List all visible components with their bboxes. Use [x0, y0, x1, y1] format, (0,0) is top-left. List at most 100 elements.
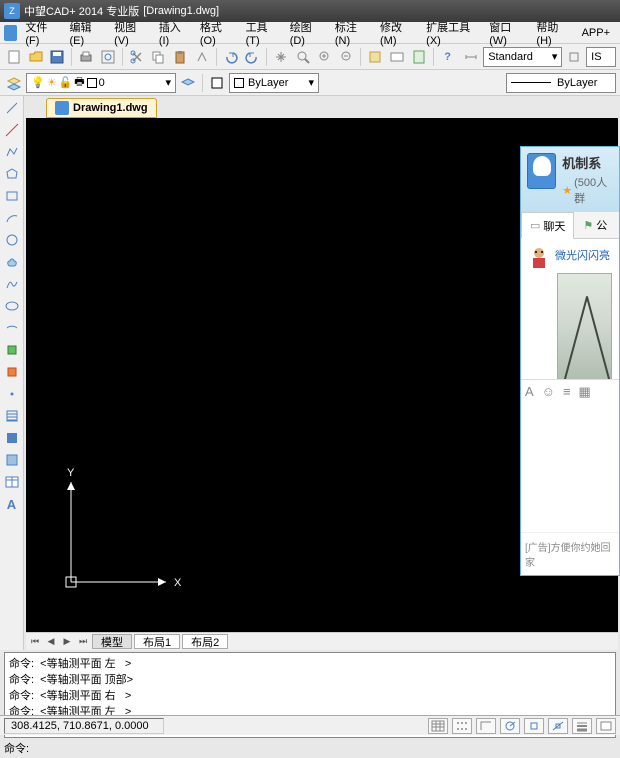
dim-icon[interactable] [564, 47, 584, 67]
line-icon[interactable] [2, 98, 22, 118]
chat-message-area[interactable]: 微光闪闪亮 [521, 239, 619, 379]
pan-button[interactable] [271, 47, 291, 67]
model-toggle[interactable] [596, 718, 616, 734]
open-button[interactable] [26, 47, 46, 67]
match-button[interactable] [192, 47, 212, 67]
layer-manager-button[interactable] [4, 73, 24, 93]
spline-icon[interactable] [2, 274, 22, 294]
menu-dimension[interactable]: 标注(N) [329, 17, 372, 49]
menu-draw[interactable]: 绘图(D) [284, 17, 327, 49]
plot-preview-button[interactable] [98, 47, 118, 67]
zoom-realtime-button[interactable] [293, 47, 313, 67]
menu-express[interactable]: 扩展工具(X) [420, 17, 481, 49]
rectangle-icon[interactable] [2, 186, 22, 206]
table-icon[interactable] [2, 472, 22, 492]
design-center-button[interactable] [387, 47, 407, 67]
tab-layout2[interactable]: 布局2 [182, 634, 228, 649]
menu-window[interactable]: 窗口(W) [483, 17, 528, 49]
document-tabs: Drawing1.dwg [24, 96, 620, 118]
mtext-icon[interactable]: A [2, 494, 22, 514]
gif-icon[interactable]: ≡ [563, 384, 571, 400]
menu-insert[interactable]: 插入(I) [153, 17, 192, 49]
layer-toolbar: 💡 ☀ 🔓 🖶 0 ▾ ByLayer▾ ByLayer [0, 70, 620, 96]
tab-layout1[interactable]: 布局1 [134, 634, 180, 649]
chat-image[interactable] [557, 273, 612, 379]
layer-name: 0 [99, 77, 105, 89]
tab-prev-button[interactable]: ◀ [44, 635, 58, 649]
tool-palettes-button[interactable] [409, 47, 429, 67]
zoom-window-button[interactable] [315, 47, 335, 67]
point-icon[interactable] [2, 384, 22, 404]
new-button[interactable] [4, 47, 24, 67]
construction-line-icon[interactable] [2, 120, 22, 140]
chat-tab-announce[interactable]: ⚑ 公 [574, 212, 616, 238]
menu-file[interactable]: 文件(F) [19, 17, 61, 49]
command-prompt: 命令: [4, 740, 29, 756]
menu-modify[interactable]: 修改(M) [374, 17, 418, 49]
polygon-icon[interactable] [2, 164, 22, 184]
polar-toggle[interactable] [500, 718, 520, 734]
dimension-style-combo[interactable]: IS [586, 47, 616, 67]
chat-ad-text[interactable]: [广告]方便你约她回家 [521, 532, 619, 575]
chat-input[interactable] [521, 404, 619, 532]
menu-edit[interactable]: 编辑(E) [64, 17, 107, 49]
text-style-combo[interactable]: Standard▾ [483, 47, 562, 67]
make-block-icon[interactable] [2, 362, 22, 382]
save-button[interactable] [48, 47, 68, 67]
tab-first-button[interactable]: ⏮ [28, 635, 42, 649]
menu-tools[interactable]: 工具(T) [240, 17, 282, 49]
snap-toggle[interactable] [428, 718, 448, 734]
menu-view[interactable]: 视图(V) [108, 17, 151, 49]
command-input-row: 命令: [0, 738, 620, 758]
grid-toggle[interactable] [452, 718, 472, 734]
hatch-icon[interactable] [2, 406, 22, 426]
zoom-previous-button[interactable] [337, 47, 357, 67]
color-combo[interactable]: ByLayer▾ [229, 73, 319, 93]
font-icon[interactable]: A [525, 384, 534, 400]
color-swatch [234, 78, 244, 88]
osnap-toggle[interactable] [524, 718, 544, 734]
ellipse-icon[interactable] [2, 296, 22, 316]
tab-last-button[interactable]: ⏭ [76, 635, 90, 649]
arc-icon[interactable] [2, 208, 22, 228]
menu-app[interactable]: APP+ [576, 25, 616, 41]
polyline-icon[interactable] [2, 142, 22, 162]
circle-icon[interactable] [2, 230, 22, 250]
menu-format[interactable]: 格式(O) [194, 17, 238, 49]
app-menu-icon[interactable] [4, 25, 17, 41]
copy-button[interactable] [149, 47, 169, 67]
gradient-icon[interactable] [2, 428, 22, 448]
help-button[interactable]: ? [438, 47, 458, 67]
dim-style-icon[interactable] [461, 47, 481, 67]
tab-next-button[interactable]: ▶ [60, 635, 74, 649]
group-avatar-icon[interactable] [527, 153, 556, 189]
image-icon[interactable]: ▦ [579, 384, 591, 400]
print-button[interactable] [76, 47, 96, 67]
linetype-combo[interactable]: ByLayer [506, 73, 616, 93]
region-icon[interactable] [2, 450, 22, 470]
layer-previous-button[interactable] [178, 73, 198, 93]
ellipse-arc-icon[interactable] [2, 318, 22, 338]
layer-combo[interactable]: 💡 ☀ 🔓 🖶 0 ▾ [26, 73, 176, 93]
ortho-toggle[interactable] [476, 718, 496, 734]
user-avatar-icon [527, 245, 551, 269]
cut-button[interactable] [127, 47, 147, 67]
document-tab[interactable]: Drawing1.dwg [46, 98, 157, 118]
redo-button[interactable] [243, 47, 263, 67]
tab-model[interactable]: 模型 [92, 634, 132, 649]
properties-button[interactable] [365, 47, 385, 67]
undo-button[interactable] [221, 47, 241, 67]
coordinates-readout[interactable]: 308.4125, 710.8671, 0.0000 [4, 718, 164, 734]
chat-group-name: 机制系 [562, 153, 613, 172]
lineweight-toggle[interactable] [572, 718, 592, 734]
chat-panel: 机制系 ★(500人群 ▭ 聊天 ⚑ 公 微光闪闪亮 A ☺ ≡ ▦ [广告]方… [520, 146, 620, 576]
paste-button[interactable] [170, 47, 190, 67]
revision-cloud-icon[interactable] [2, 252, 22, 272]
command-input[interactable] [29, 740, 616, 756]
otrack-toggle[interactable] [548, 718, 568, 734]
menu-help[interactable]: 帮助(H) [530, 17, 573, 49]
emoji-icon[interactable]: ☺ [542, 384, 555, 400]
insert-block-icon[interactable] [2, 340, 22, 360]
color-button[interactable] [207, 73, 227, 93]
chat-tab-chat[interactable]: ▭ 聊天 [521, 212, 574, 239]
